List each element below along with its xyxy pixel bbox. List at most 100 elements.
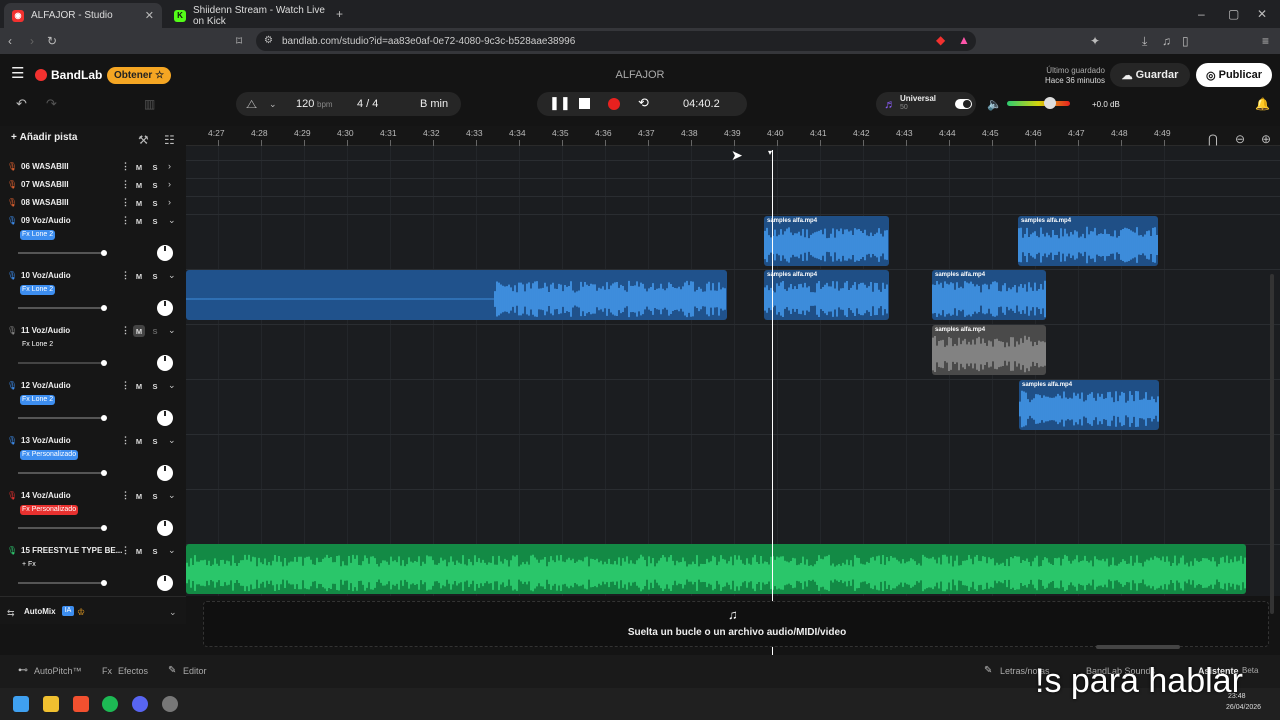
- autopitch-button[interactable]: AutoPitch™: [34, 666, 82, 676]
- track-menu-icon[interactable]: ⋮: [121, 197, 130, 208]
- url-field[interactable]: ⚙ bandlab.com/studio?id=aa83e0af-0e72-40…: [256, 31, 976, 51]
- collapse-chevron-icon[interactable]: ⌄: [168, 380, 176, 391]
- timeline-ruler[interactable]: 4:27 4:28 4:29 4:30 4:31 4:32 4:33 4:34 4:35 4:36…: [186, 126, 1280, 146]
- audio-clip[interactable]: samples alfa.mp4: [1019, 380, 1159, 430]
- track-menu-icon[interactable]: ⋮: [121, 215, 130, 226]
- collapse-chevron-icon[interactable]: ⌄: [168, 325, 176, 336]
- track-volume-slider[interactable]: [18, 415, 107, 421]
- undo-icon[interactable]: ↶: [16, 97, 27, 111]
- key-value[interactable]: B min: [420, 98, 448, 110]
- volume-knob[interactable]: [101, 250, 107, 256]
- tab-kick[interactable]: K Shiidenn Stream - Watch Live on Kick: [166, 3, 334, 28]
- track-volume-slider[interactable]: [18, 360, 107, 366]
- track-name[interactable]: 11 Voz/Audio: [21, 326, 70, 335]
- mute-button[interactable]: M: [133, 197, 145, 209]
- maximize-icon[interactable]: ▢: [1228, 7, 1239, 21]
- volume-knob[interactable]: [101, 580, 107, 586]
- collapse-chevron-icon[interactable]: ⌄: [168, 490, 176, 501]
- volume-knob[interactable]: [101, 415, 107, 421]
- mute-button[interactable]: M: [133, 325, 145, 337]
- mute-button[interactable]: M: [133, 490, 145, 502]
- vertical-scrollbar[interactable]: [1270, 274, 1274, 614]
- track-header[interactable]: 🎙 11 Voz/Audio ⋮ M S ⌄ Fx Lone 2: [0, 324, 186, 379]
- zoom-out-icon[interactable]: ⊖: [1235, 132, 1245, 146]
- fx-badge[interactable]: + Fx: [20, 560, 38, 570]
- effects-button[interactable]: Efectos: [118, 666, 148, 676]
- sidebar-icon[interactable]: ▯: [1182, 34, 1189, 48]
- time-signature[interactable]: 4 / 4: [357, 98, 378, 110]
- track-header[interactable]: 🎙 15 FREESTYLE TYPE BE... ⋮ M S ⌄ + Fx: [0, 544, 186, 596]
- mute-button[interactable]: M: [133, 270, 145, 282]
- track-volume-slider[interactable]: [18, 525, 107, 531]
- playhead-marker-icon[interactable]: ▾: [768, 146, 772, 160]
- tools-icon[interactable]: ⚒: [138, 133, 149, 147]
- editor-button[interactable]: Editor: [183, 666, 207, 676]
- track-name[interactable]: 15 FREESTYLE TYPE BE...: [21, 546, 122, 555]
- mute-button[interactable]: M: [133, 545, 145, 557]
- volume-knob[interactable]: [101, 360, 107, 366]
- fx-badge[interactable]: Fx Personalizado: [20, 505, 79, 515]
- solo-button[interactable]: S: [149, 325, 161, 337]
- pan-knob[interactable]: [157, 355, 173, 371]
- redo-icon[interactable]: ↷: [46, 97, 57, 111]
- track-name[interactable]: 14 Voz/Audio: [21, 491, 71, 500]
- solo-button[interactable]: S: [149, 161, 161, 173]
- downloads-icon[interactable]: ⤓: [1142, 34, 1147, 48]
- add-track-button[interactable]: + Añadir pista: [11, 132, 77, 143]
- zoom-in-icon[interactable]: ⊕: [1261, 132, 1271, 146]
- metronome-dropdown-icon[interactable]: ⌄: [269, 97, 277, 111]
- pan-knob[interactable]: [157, 575, 173, 591]
- track-header[interactable]: 🎙 12 Voz/Audio ⋮ M S ⌄ Fx Lone 2: [0, 379, 186, 434]
- back-icon[interactable]: ‹: [8, 34, 12, 48]
- solo-button[interactable]: S: [149, 435, 161, 447]
- solo-button[interactable]: S: [149, 270, 161, 282]
- track-header[interactable]: 🎙 13 Voz/Audio ⋮ M S ⌄ Fx Personalizado: [0, 434, 186, 489]
- site-info-icon[interactable]: ⚙: [264, 34, 273, 48]
- track-name[interactable]: 09 Voz/Audio: [21, 216, 71, 225]
- track-menu-icon[interactable]: ⋮: [121, 270, 130, 281]
- bookmark-icon[interactable]: ⌑: [236, 34, 242, 48]
- solo-button[interactable]: S: [149, 490, 161, 502]
- pan-knob[interactable]: [157, 520, 173, 536]
- audio-clip[interactable]: samples alfa.mp4: [932, 325, 1046, 375]
- metronome-icon[interactable]: ⧍: [246, 97, 257, 111]
- track-menu-icon[interactable]: ⋮: [121, 380, 130, 391]
- solo-button[interactable]: S: [149, 545, 161, 557]
- master-volume-knob[interactable]: [1044, 97, 1056, 109]
- mute-button[interactable]: M: [133, 380, 145, 392]
- track-name[interactable]: 07 WASABIII: [21, 180, 69, 189]
- audio-clip[interactable]: samples alfa.mp4: [764, 270, 889, 320]
- record-icon[interactable]: [608, 98, 620, 110]
- playhead[interactable]: [772, 150, 773, 655]
- solo-button[interactable]: S: [149, 215, 161, 227]
- track-name[interactable]: 10 Voz/Audio: [21, 271, 71, 280]
- track-header[interactable]: 🎙 14 Voz/Audio ⋮ M S ⌄ Fx Personalizado: [0, 489, 186, 544]
- track-volume-slider[interactable]: [18, 580, 107, 586]
- snap-magnet-icon[interactable]: ⋂: [1208, 132, 1218, 146]
- volume-knob[interactable]: [101, 525, 107, 531]
- track-header[interactable]: 🎙 10 Voz/Audio ⋮ M S ⌄ Fx Lone 2: [0, 269, 186, 324]
- windows-start-icon[interactable]: [13, 696, 29, 712]
- master-volume-meter[interactable]: [1007, 97, 1070, 109]
- solo-button[interactable]: S: [149, 380, 161, 392]
- minimize-icon[interactable]: –: [1198, 7, 1205, 21]
- brave-rewards-icon[interactable]: ▲: [958, 33, 970, 47]
- speaker-icon[interactable]: 🔈: [987, 97, 1002, 111]
- instrument-toggle[interactable]: [955, 99, 972, 109]
- pan-knob[interactable]: [157, 410, 173, 426]
- track-header[interactable]: 🎙 08 WASABIII ⋮ M S ›: [0, 196, 186, 214]
- pan-knob[interactable]: [157, 465, 173, 481]
- track-volume-slider[interactable]: [18, 305, 107, 311]
- track-name[interactable]: 08 WASABIII: [21, 198, 69, 207]
- pause-icon[interactable]: ❚❚: [549, 96, 571, 110]
- volume-knob[interactable]: [101, 305, 107, 311]
- notifications-icon[interactable]: 🔔: [1255, 97, 1270, 111]
- browser-menu-icon[interactable]: ≡: [1262, 34, 1269, 48]
- track-menu-icon[interactable]: ⋮: [121, 325, 130, 336]
- collapse-chevron-icon[interactable]: ⌄: [168, 215, 176, 226]
- expand-chevron-icon[interactable]: ›: [168, 161, 171, 171]
- mute-button[interactable]: M: [133, 179, 145, 191]
- save-button[interactable]: ☁ Guardar: [1110, 63, 1190, 87]
- publish-button[interactable]: ◎ Publicar: [1196, 63, 1272, 87]
- audio-clip[interactable]: [186, 544, 1246, 594]
